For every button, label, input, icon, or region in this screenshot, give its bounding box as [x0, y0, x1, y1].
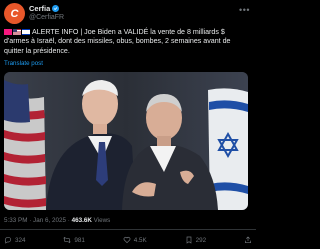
views-count: 463.6K [71, 217, 92, 224]
author-info: Cerfia @CerfiaFR [29, 4, 64, 21]
israel-flag-icon [22, 29, 30, 36]
name-row: Cerfia [29, 4, 64, 13]
flag-emojis [4, 29, 30, 36]
repost-icon [63, 236, 71, 244]
reply-icon [4, 237, 11, 244]
alert-flag-icon [4, 29, 12, 36]
avatar-logo: C [10, 7, 19, 20]
like-button[interactable]: 4.5K [123, 236, 147, 244]
more-options-icon[interactable]: ••• [239, 5, 250, 15]
us-flag-background [4, 80, 46, 210]
post-timestamp[interactable]: 5:33 PM · Jan 6, 2025 · [4, 217, 72, 224]
reply-count: 324 [15, 236, 26, 244]
heart-icon [123, 237, 131, 244]
us-flag-icon [13, 29, 21, 36]
post-meta: 5:33 PM · Jan 6, 2025 · 463.6K Views [4, 217, 110, 224]
avatar[interactable]: C [4, 3, 25, 24]
bookmark-icon [186, 236, 191, 244]
views-label: Views [91, 217, 111, 224]
share-icon [244, 236, 251, 243]
photo-illustration [4, 72, 248, 210]
bookmark-button[interactable]: 292 [185, 236, 207, 244]
divider [0, 229, 256, 230]
bookmark-count: 292 [195, 236, 207, 244]
post-image[interactable] [4, 72, 248, 210]
repost-count: 981 [74, 236, 85, 244]
reply-button[interactable]: 324 [4, 236, 26, 244]
handle[interactable]: @CerfiaFR [29, 14, 64, 21]
like-count: 4.5K [133, 236, 147, 244]
verified-badge-icon [52, 5, 60, 12]
repost-button[interactable]: 981 [63, 236, 85, 244]
post-header: C Cerfia @CerfiaFR ••• [4, 2, 252, 28]
post-body: ALERTE INFO | Joe Biden a VALIDÉ la vent… [4, 28, 231, 55]
post-text: ALERTE INFO | Joe Biden a VALIDÉ la vent… [4, 28, 250, 56]
share-button[interactable] [244, 236, 252, 244]
display-name[interactable]: Cerfia [29, 4, 50, 13]
translate-post-link[interactable]: Translate post [4, 60, 43, 67]
action-bar: 324 981 4.5K 292 [4, 236, 252, 244]
